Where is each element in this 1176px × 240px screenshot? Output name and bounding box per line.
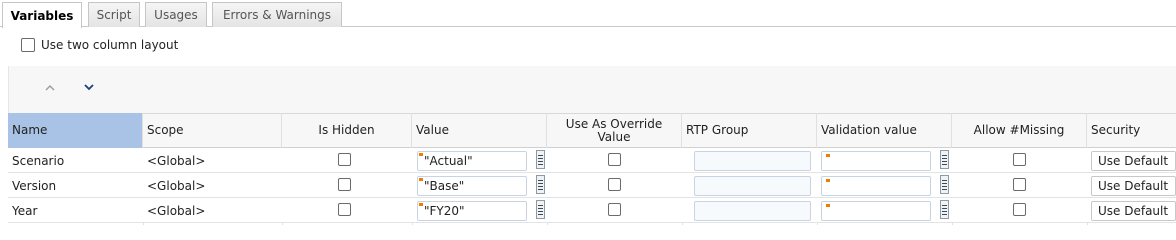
tab-usages[interactable]: Usages	[145, 2, 207, 27]
column-header-allow-missing-label: Allow #Missing	[973, 123, 1065, 137]
column-header-name[interactable]: Name	[8, 113, 143, 148]
member-selector-button[interactable]	[536, 200, 545, 219]
value-field[interactable]: "Actual"	[417, 151, 527, 171]
cell-name: Scenario	[8, 148, 143, 173]
table-row[interactable]: Version <Global> "Base" Use Default	[8, 173, 1176, 198]
tab-errors-warnings-label: Errors & Warnings	[222, 8, 332, 22]
security-value: Use Default	[1098, 154, 1169, 168]
column-header-use-as-override[interactable]: Use As Override Value	[547, 113, 682, 148]
column-header-is-hidden-label: Is Hidden	[318, 123, 375, 137]
cell-name: Year	[8, 198, 143, 223]
is-hidden-checkbox[interactable]	[338, 203, 351, 216]
column-header-scope[interactable]: Scope	[143, 113, 282, 148]
security-value: Use Default	[1098, 179, 1169, 193]
column-header-security-label: Security	[1091, 123, 1141, 137]
column-header-use-as-override-label: Use As Override Value	[565, 116, 663, 144]
security-select[interactable]: Use Default	[1091, 201, 1176, 221]
tab-variables[interactable]: Variables	[2, 2, 82, 28]
two-column-checkbox[interactable]	[21, 38, 35, 52]
rtp-group-field[interactable]	[694, 151, 811, 171]
value-text: "FY20"	[424, 204, 465, 218]
cell-scope: <Global>	[143, 148, 282, 173]
variable-scope: <Global>	[147, 203, 206, 218]
member-marker-icon	[826, 179, 830, 182]
is-hidden-checkbox[interactable]	[338, 178, 351, 191]
value-text: "Base"	[424, 179, 465, 193]
allow-missing-checkbox[interactable]	[1013, 178, 1026, 191]
column-header-is-hidden[interactable]: Is Hidden	[282, 113, 412, 148]
column-header-scope-label: Scope	[147, 123, 184, 137]
tab-usages-label: Usages	[154, 8, 198, 22]
table-row[interactable]: Year <Global> "FY20" Use Default	[8, 198, 1176, 223]
member-marker-icon	[826, 154, 830, 157]
use-as-override-checkbox[interactable]	[608, 203, 621, 216]
column-header-rtp-group[interactable]: RTP Group	[682, 113, 817, 148]
validation-value-field[interactable]	[821, 201, 931, 221]
cell-scope: <Global>	[143, 173, 282, 198]
variable-name: Version	[12, 178, 57, 193]
value-field[interactable]: "FY20"	[417, 201, 527, 221]
column-header-security[interactable]: Security	[1087, 113, 1176, 148]
member-selector-button[interactable]	[940, 200, 949, 219]
value-field[interactable]: "Base"	[417, 176, 527, 196]
tab-script-label: Script	[96, 8, 132, 22]
table-row[interactable]: Scenario <Global> "Actual" Use Default	[8, 148, 1176, 173]
grid-toolbar	[8, 66, 1176, 113]
member-selector-button[interactable]	[536, 175, 545, 194]
member-marker-icon	[826, 204, 830, 207]
member-marker-icon	[419, 203, 423, 206]
chevron-up-icon	[45, 84, 55, 90]
variable-scope: <Global>	[147, 153, 206, 168]
member-selector-button[interactable]	[940, 150, 949, 169]
chevron-down-icon	[84, 83, 94, 90]
tab-variables-label: Variables	[10, 8, 74, 23]
member-marker-icon	[419, 178, 423, 181]
member-marker-icon	[419, 153, 423, 156]
tab-script[interactable]: Script	[88, 2, 140, 27]
allow-missing-checkbox[interactable]	[1013, 203, 1026, 216]
security-select[interactable]: Use Default	[1091, 176, 1176, 196]
variable-name: Scenario	[12, 153, 65, 168]
column-header-value[interactable]: Value	[412, 113, 547, 148]
use-as-override-checkbox[interactable]	[608, 178, 621, 191]
column-header-rtp-group-label: RTP Group	[686, 123, 749, 137]
member-selector-button[interactable]	[940, 175, 949, 194]
tab-bar: Variables Script Usages Errors & Warning…	[0, 0, 1176, 28]
allow-missing-checkbox[interactable]	[1013, 153, 1026, 166]
security-select[interactable]: Use Default	[1091, 151, 1176, 171]
two-column-option: Use two column layout	[21, 38, 178, 52]
is-hidden-checkbox[interactable]	[338, 153, 351, 166]
variable-scope: <Global>	[147, 178, 206, 193]
column-header-value-label: Value	[416, 123, 449, 137]
rtp-group-field[interactable]	[694, 201, 811, 221]
column-header-validation-value[interactable]: Validation value	[817, 113, 952, 148]
move-up-button[interactable]	[40, 77, 60, 97]
move-down-button[interactable]	[79, 77, 99, 97]
use-as-override-checkbox[interactable]	[608, 153, 621, 166]
member-selector-button[interactable]	[536, 150, 545, 169]
variable-name: Year	[12, 203, 38, 218]
validation-value-field[interactable]	[821, 151, 931, 171]
cell-scope: <Global>	[143, 198, 282, 223]
tab-errors-warnings[interactable]: Errors & Warnings	[212, 2, 342, 27]
two-column-label: Use two column layout	[41, 38, 179, 52]
column-header-validation-value-label: Validation value	[821, 123, 917, 137]
value-text: "Actual"	[424, 154, 473, 168]
cell-name: Version	[8, 173, 143, 198]
validation-value-field[interactable]	[821, 176, 931, 196]
column-header-allow-missing[interactable]: Allow #Missing	[952, 113, 1087, 148]
rtp-group-field[interactable]	[694, 176, 811, 196]
security-value: Use Default	[1098, 204, 1169, 218]
column-header-name-label: Name	[12, 123, 48, 137]
